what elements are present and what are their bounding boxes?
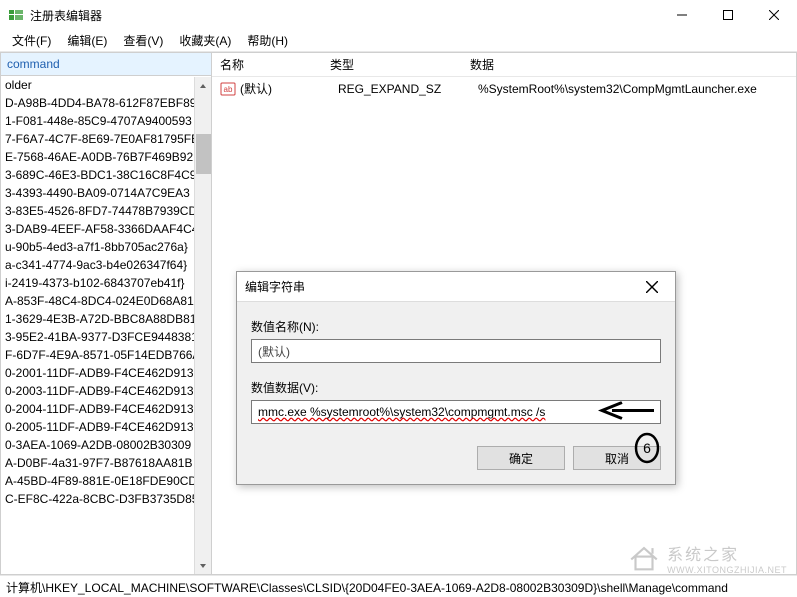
value-data-label: 数值数据(V): <box>251 379 661 396</box>
tree-row[interactable]: A-45BD-4F89-881E-0E18FDE90CD <box>1 472 211 490</box>
ok-button[interactable]: 确定 <box>477 446 565 470</box>
tree-row[interactable]: i-2419-4373-b102-6843707eb41f} <box>1 274 211 292</box>
column-data[interactable]: 数据 <box>462 52 796 77</box>
menu-view[interactable]: 查看(V) <box>115 30 171 51</box>
tree-row[interactable]: 0-2001-11DF-ADB9-F4CE462D9137 <box>1 364 211 382</box>
menu-edit[interactable]: 编辑(E) <box>59 30 115 51</box>
maximize-button[interactable] <box>705 0 751 30</box>
tree-row[interactable]: 3-689C-46E3-BDC1-38C16C8F4C9 <box>1 166 211 184</box>
dialog-title: 编辑字符串 <box>245 278 637 295</box>
value-data: %SystemRoot%\system32\CompMgmtLauncher.e… <box>478 82 796 96</box>
value-data-text: mmc.exe %systemroot%\system32\compmgmt.m… <box>258 405 545 419</box>
dialog-buttons: 确定 取消 <box>251 446 661 470</box>
tree-row[interactable]: 1-3629-4E3B-A72D-BBC8A88DB81 <box>1 310 211 328</box>
value-name-field: (默认) <box>251 339 661 363</box>
tree-row[interactable]: 0-2004-11DF-ADB9-F4CE462D9137 <box>1 400 211 418</box>
column-type[interactable]: 类型 <box>322 52 462 77</box>
tree-list[interactable]: olderD-A98B-4DD4-BA78-612F87EBF891-F081-… <box>1 76 211 573</box>
tree-row[interactable]: 7-F6A7-4C7F-8E69-7E0AF81795FB <box>1 130 211 148</box>
tree-row[interactable]: older <box>1 76 211 94</box>
edit-string-dialog: 编辑字符串 数值名称(N): (默认) 数值数据(V): mmc.exe %sy… <box>236 271 676 485</box>
tree-row[interactable]: 0-2003-11DF-ADB9-F4CE462D9137 <box>1 382 211 400</box>
cancel-button[interactable]: 取消 <box>573 446 661 470</box>
app-icon <box>8 7 24 23</box>
tree-row[interactable]: 3-DAB9-4EEF-AF58-3366DAAF4C4F <box>1 220 211 238</box>
status-path: 计算机\HKEY_LOCAL_MACHINE\SOFTWARE\Classes\… <box>6 581 728 595</box>
tree-row[interactable]: 3-95E2-41BA-9377-D3FCE9448381 <box>1 328 211 346</box>
column-name[interactable]: 名称 <box>212 52 322 77</box>
tree-row[interactable]: F-6D7F-4E9A-8571-05F14EDB766A <box>1 346 211 364</box>
scroll-up-icon[interactable] <box>195 77 212 94</box>
window-title: 注册表编辑器 <box>30 7 659 24</box>
value-type: REG_EXPAND_SZ <box>338 82 478 96</box>
tree-row[interactable]: A-853F-48C4-8DC4-024E0D68A81 <box>1 292 211 310</box>
value-name: (默认) <box>240 80 338 97</box>
tree-row[interactable]: 1-F081-448e-85C9-4707A9400593 <box>1 112 211 130</box>
menu-file[interactable]: 文件(F) <box>4 30 59 51</box>
statusbar: 计算机\HKEY_LOCAL_MACHINE\SOFTWARE\Classes\… <box>0 575 797 597</box>
close-button[interactable] <box>751 0 797 30</box>
list-row[interactable]: ab (默认) REG_EXPAND_SZ %SystemRoot%\syste… <box>212 77 796 100</box>
svg-text:ab: ab <box>224 85 233 94</box>
annotation-arrow-icon <box>596 402 656 423</box>
dialog-body: 数值名称(N): (默认) 数值数据(V): mmc.exe %systemro… <box>237 302 675 484</box>
tree-row[interactable]: A-D0BF-4a31-97F7-B87618AA81B <box>1 454 211 472</box>
scrollbar-thumb[interactable] <box>196 134 211 174</box>
menubar: 文件(F) 编辑(E) 查看(V) 收藏夹(A) 帮助(H) <box>0 30 797 52</box>
tree-row[interactable]: 0-3AEA-1069-A2DB-08002B30309 <box>1 436 211 454</box>
tree-row[interactable]: 3-83E5-4526-8FD7-74478B7939CD <box>1 202 211 220</box>
value-name-text: (默认) <box>258 343 290 360</box>
dialog-titlebar[interactable]: 编辑字符串 <box>237 272 675 302</box>
value-name-label: 数值名称(N): <box>251 318 661 335</box>
tree-row[interactable]: E-7568-46AE-A0DB-76B7F469B92B <box>1 148 211 166</box>
vertical-scrollbar[interactable] <box>194 77 211 574</box>
list-header: 名称 类型 数据 <box>212 53 796 77</box>
string-value-icon: ab <box>220 81 236 97</box>
menu-help[interactable]: 帮助(H) <box>239 30 296 51</box>
scroll-down-icon[interactable] <box>195 557 212 574</box>
minimize-button[interactable] <box>659 0 705 30</box>
window-titlebar: 注册表编辑器 <box>0 0 797 30</box>
tree-row[interactable]: 0-2005-11DF-ADB9-F4CE462D9137 <box>1 418 211 436</box>
window-controls <box>659 0 797 30</box>
tree-row[interactable]: C-EF8C-422a-8CBC-D3FB3735D85 <box>1 490 211 508</box>
value-data-field[interactable]: mmc.exe %systemroot%\system32\compmgmt.m… <box>251 400 661 424</box>
registry-tree-panel: command olderD-A98B-4DD4-BA78-612F87EBF8… <box>0 52 212 575</box>
tree-row[interactable]: 3-4393-4490-BA09-0714A7C9EA3 <box>1 184 211 202</box>
tree-selected-key[interactable]: command <box>1 53 211 76</box>
menu-favorites[interactable]: 收藏夹(A) <box>171 30 239 51</box>
tree-row[interactable]: u-90b5-4ed3-a7f1-8bb705ac276a} <box>1 238 211 256</box>
tree-row[interactable]: a-c341-4774-9ac3-b4e026347f64} <box>1 256 211 274</box>
tree-row[interactable]: D-A98B-4DD4-BA78-612F87EBF89 <box>1 94 211 112</box>
dialog-close-button[interactable] <box>637 272 667 302</box>
